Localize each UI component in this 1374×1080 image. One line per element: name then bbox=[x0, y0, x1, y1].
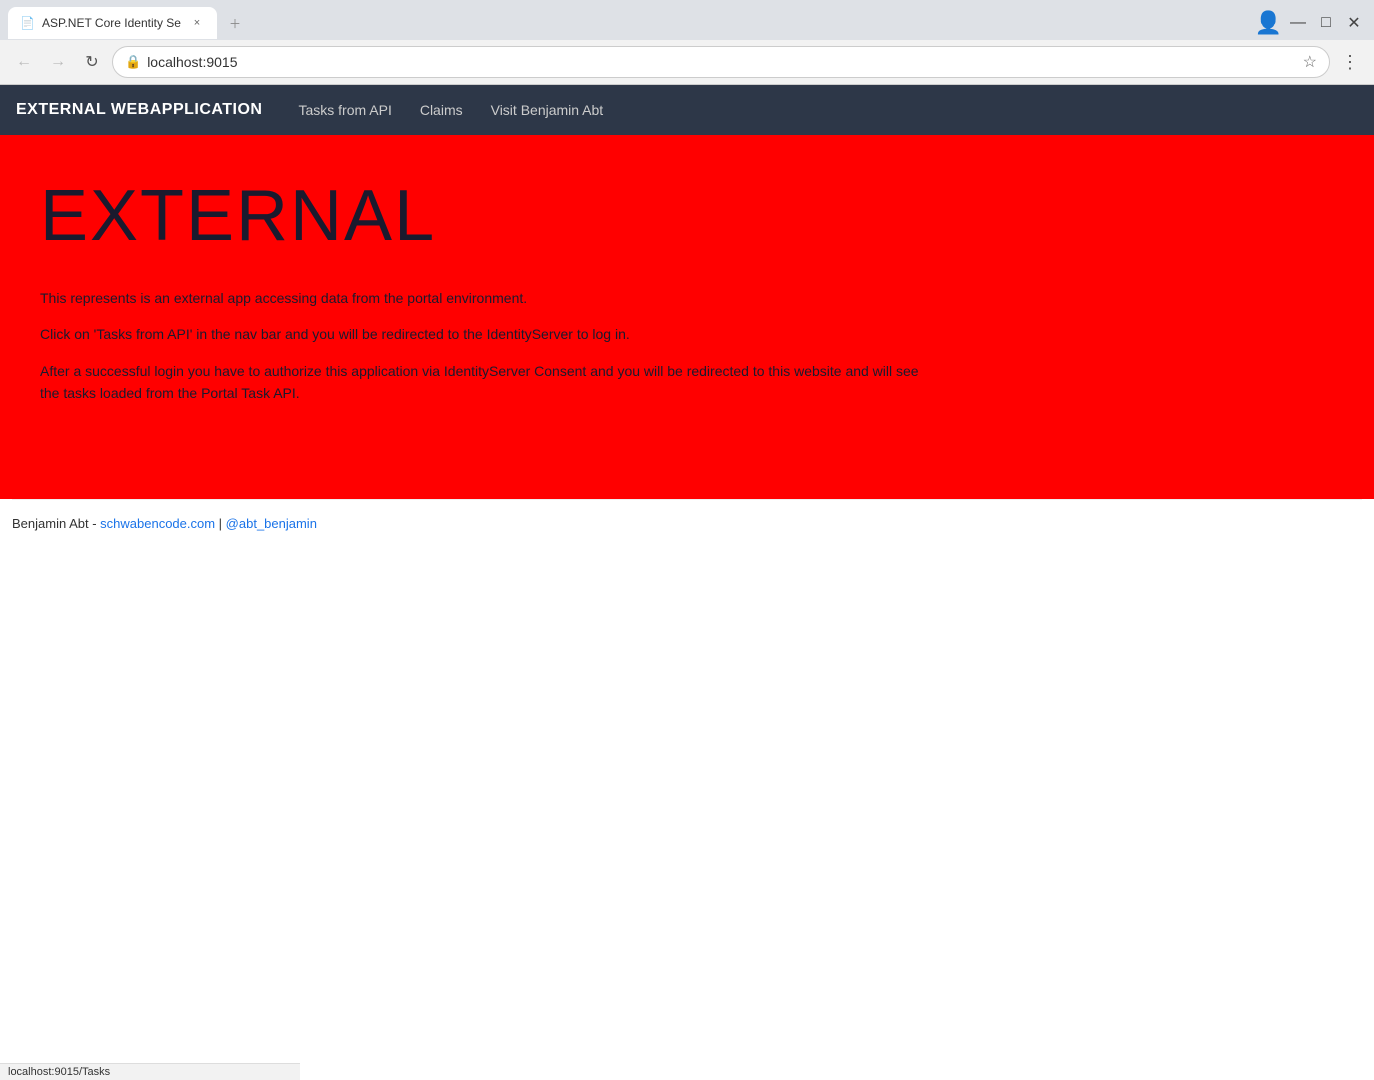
new-tab-icon: ＋ bbox=[229, 15, 241, 32]
footer-link-schwabencode[interactable]: schwabencode.com bbox=[100, 516, 215, 531]
nav-link-visit-benjamin-abt[interactable]: Visit Benjamin Abt bbox=[479, 94, 616, 126]
app-navbar: EXTERNAL WEBAPPLICATION Tasks from API C… bbox=[0, 85, 1374, 135]
menu-button[interactable]: ⋮ bbox=[1336, 48, 1364, 76]
address-bar[interactable]: 🔒 localhost:9015 ☆ bbox=[112, 46, 1330, 78]
hero-section: EXTERNAL This represents is an external … bbox=[0, 135, 1374, 499]
status-bar: localhost:9015/Tasks bbox=[0, 1063, 300, 1080]
footer-link-twitter[interactable]: @abt_benjamin bbox=[226, 516, 317, 531]
browser-toolbar: ← → ↻ 🔒 localhost:9015 ☆ ⋮ bbox=[0, 40, 1374, 84]
status-url: localhost:9015/Tasks bbox=[8, 1066, 110, 1078]
reload-button[interactable]: ↻ bbox=[78, 48, 106, 76]
forward-button[interactable]: → bbox=[44, 48, 72, 76]
back-button[interactable]: ← bbox=[10, 48, 38, 76]
maximize-button[interactable]: □ bbox=[1314, 11, 1338, 35]
browser-chrome: 📄 ASP.NET Core Identity Se × ＋ 👤 — □ ✕ ←… bbox=[0, 0, 1374, 85]
page-footer: Benjamin Abt - schwabencode.com | @abt_b… bbox=[12, 499, 1362, 547]
account-icon[interactable]: 👤 bbox=[1255, 10, 1282, 36]
tab-title: ASP.NET Core Identity Se bbox=[42, 16, 181, 30]
new-tab-button[interactable]: ＋ bbox=[217, 7, 257, 39]
nav-link-claims[interactable]: Claims bbox=[408, 94, 475, 126]
tab-close-button[interactable]: × bbox=[189, 15, 205, 31]
tab-favicon-icon: 📄 bbox=[20, 16, 34, 30]
hero-paragraph-1: This represents is an external app acces… bbox=[40, 287, 940, 309]
bookmark-icon[interactable]: ☆ bbox=[1303, 52, 1317, 72]
browser-titlebar: 📄 ASP.NET Core Identity Se × ＋ 👤 — □ ✕ bbox=[0, 0, 1374, 40]
app-brand: EXTERNAL WEBAPPLICATION bbox=[16, 101, 262, 119]
url-text: localhost:9015 bbox=[147, 54, 1296, 70]
footer-separator: | bbox=[215, 516, 226, 531]
browser-tab-active[interactable]: 📄 ASP.NET Core Identity Se × bbox=[8, 7, 217, 39]
minimize-button[interactable]: — bbox=[1286, 11, 1310, 35]
close-button[interactable]: ✕ bbox=[1342, 11, 1366, 35]
window-controls: 👤 — □ ✕ bbox=[1255, 10, 1366, 36]
hero-title: EXTERNAL bbox=[40, 175, 1334, 257]
nav-link-tasks-from-api[interactable]: Tasks from API bbox=[286, 94, 403, 126]
hero-paragraph-3: After a successful login you have to aut… bbox=[40, 360, 940, 405]
lock-icon: 🔒 bbox=[125, 54, 141, 70]
nav-links: Tasks from API Claims Visit Benjamin Abt bbox=[286, 94, 615, 126]
hero-paragraph-2: Click on 'Tasks from API' in the nav bar… bbox=[40, 323, 940, 345]
footer-prefix: Benjamin Abt - bbox=[12, 516, 100, 531]
